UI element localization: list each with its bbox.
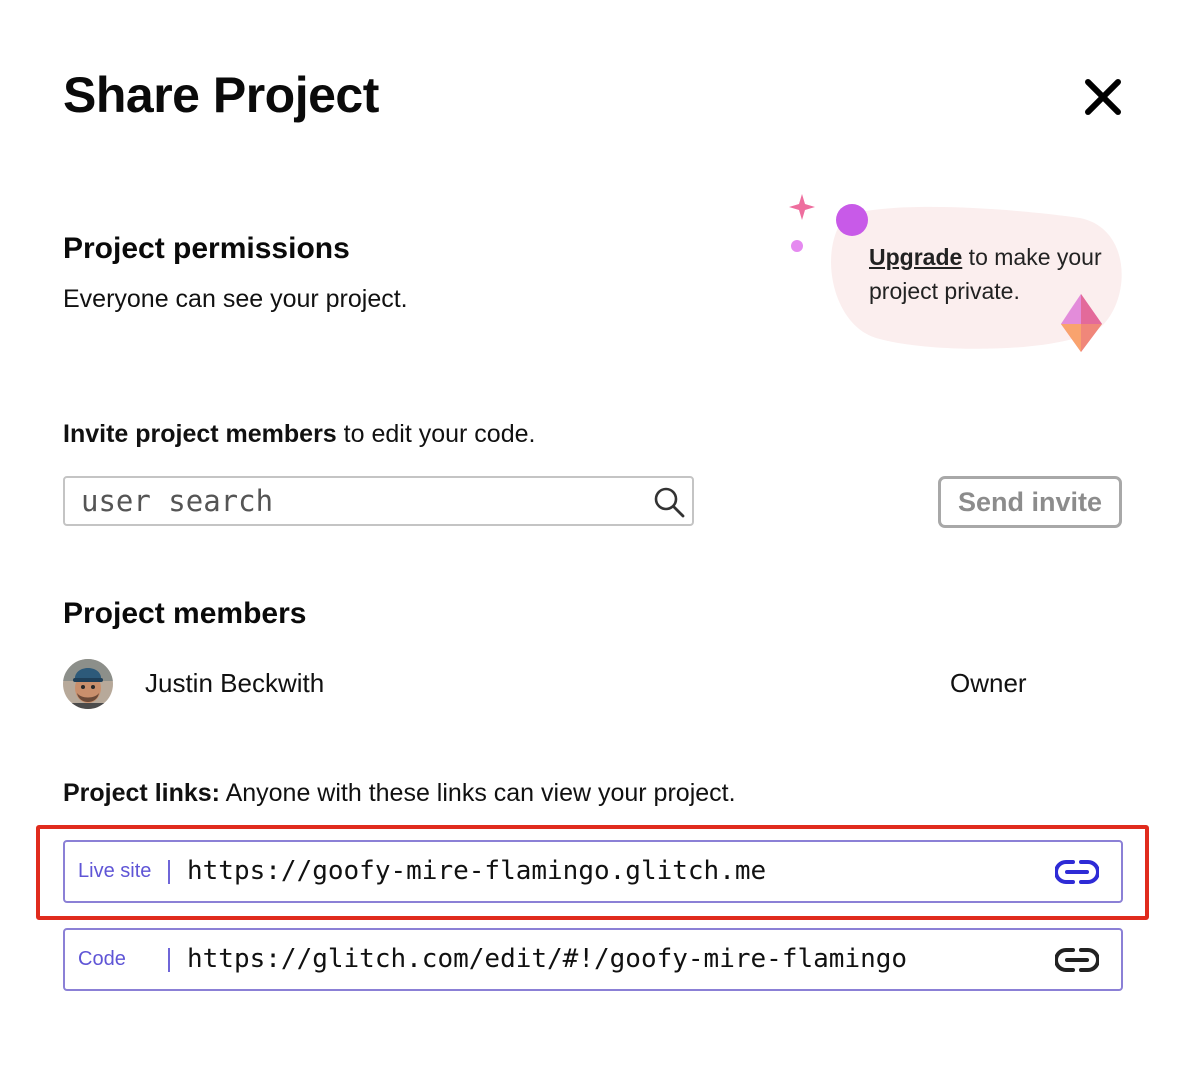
dot-small — [791, 240, 803, 252]
close-icon — [1085, 79, 1121, 115]
links-heading-rest: Anyone with these links can view your pr… — [220, 779, 736, 807]
live-site-url[interactable]: https://goofy-mire-flamingo.glitch.me — [187, 842, 766, 901]
invite-heading-rest: to edit your code. — [336, 420, 536, 448]
upgrade-link[interactable]: Upgrade — [869, 244, 962, 270]
invite-heading-bold: Invite project members — [63, 420, 337, 448]
dot-large — [836, 204, 868, 236]
link-separator — [168, 948, 170, 972]
user-search-box — [63, 476, 694, 526]
link-icon[interactable] — [1055, 858, 1099, 886]
upgrade-text: Upgrade to make your project private. — [869, 240, 1119, 308]
avatar — [63, 659, 113, 709]
search-icon — [654, 487, 685, 518]
links-heading-bold: Project links: — [63, 779, 220, 807]
link-icon[interactable] — [1055, 946, 1099, 974]
links-heading: Project links: Anyone with these links c… — [63, 779, 736, 808]
invite-heading: Invite project members to edit your code… — [63, 420, 535, 449]
code-link-row: Code https://glitch.com/edit/#!/goofy-mi… — [63, 928, 1123, 991]
sparkle-icon — [789, 194, 815, 220]
user-search-input[interactable] — [81, 478, 641, 524]
close-button[interactable] — [1080, 74, 1126, 120]
code-url[interactable]: https://glitch.com/edit/#!/goofy-mire-fl… — [187, 930, 907, 989]
permissions-description: Everyone can see your project. — [63, 285, 408, 313]
code-label: Code — [78, 948, 126, 970]
avatar-photo — [63, 659, 113, 709]
member-role: Owner — [950, 668, 1027, 698]
dialog-title: Share Project — [63, 67, 379, 123]
member-name: Justin Beckwith — [145, 668, 325, 698]
send-invite-button[interactable]: Send invite — [938, 476, 1122, 528]
link-separator — [168, 860, 170, 884]
live-site-label: Live site — [78, 860, 152, 882]
permissions-heading: Project permissions — [63, 232, 350, 265]
live-site-link-row: Live site https://goofy-mire-flamingo.gl… — [63, 840, 1123, 903]
members-heading: Project members — [63, 597, 307, 630]
upgrade-callout: Upgrade to make your project private. — [780, 186, 1130, 366]
